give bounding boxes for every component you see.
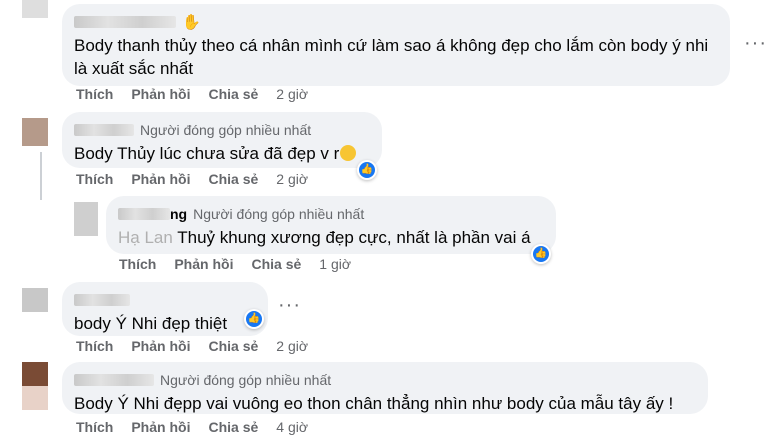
comment-actions: Thích Phản hồi Chia sẻ 1 giờ (119, 256, 369, 272)
comment-actions: Thích Phản hồi Chia sẻ 2 giờ (76, 338, 326, 354)
reply-action[interactable]: Phản hồi (131, 86, 190, 102)
tagged-name[interactable]: Hạ Lan (118, 228, 177, 247)
top-contributor-badge: Người đóng góp nhiều nhất (193, 206, 365, 222)
share-action[interactable]: Chia sẻ (208, 171, 258, 187)
reply-action[interactable]: Phản hồi (174, 256, 233, 272)
reply-action[interactable]: Phản hồi (131, 338, 190, 354)
crying-emoji-icon (340, 145, 357, 161)
like-action[interactable]: Thích (76, 338, 113, 354)
reaction-badge[interactable]: 👍 (244, 309, 264, 329)
like-action[interactable]: Thích (119, 256, 156, 272)
more-dots-icon[interactable]: ··· (744, 32, 767, 55)
reaction-badge[interactable]: 👍 (357, 160, 377, 180)
comment-text: Body thanh thủy theo cá nhân mình cứ làm… (74, 36, 709, 78)
avatar[interactable] (22, 362, 48, 410)
thumbs-up-icon: 👍 (246, 311, 262, 327)
reaction-badge[interactable]: 👍 (531, 244, 551, 264)
thumbs-up-icon: 👍 (533, 246, 549, 262)
share-action[interactable]: Chia sẻ (208, 338, 258, 354)
comment-text: Body Thủy lúc chưa sửa đã đẹp v r (74, 144, 340, 163)
commenter-name[interactable] (74, 294, 130, 306)
thumbs-up-icon: 👍 (359, 162, 375, 178)
comment-bubble: ng Người đóng góp nhiều nhất Hạ Lan Thuỷ… (106, 196, 556, 254)
avatar[interactable] (22, 0, 48, 18)
commenter-name-tail[interactable]: ng (170, 206, 187, 222)
comment-bubble: Người đóng góp nhiều nhất Body Ý Nhi đẹp… (62, 362, 708, 414)
comment-bubble: Người đóng góp nhiều nhất Body Thủy lúc … (62, 112, 382, 168)
comment-bubble: ✋ Body thanh thủy theo cá nhân mình cứ l… (62, 4, 730, 86)
comment-actions: Thích Phản hồi Chia sẻ 2 giờ (76, 86, 326, 102)
avatar[interactable] (22, 288, 48, 312)
comment-bubble: body Ý Nhi đẹp thiệt (62, 282, 268, 336)
commenter-name[interactable] (118, 208, 170, 220)
reply-action[interactable]: Phản hồi (131, 419, 190, 435)
avatar[interactable] (74, 202, 98, 236)
commenter-name[interactable] (74, 124, 134, 136)
comment-text: body Ý Nhi đẹp thiệt (74, 314, 228, 333)
like-action[interactable]: Thích (76, 86, 113, 102)
comment-timestamp[interactable]: 2 giờ (276, 86, 308, 102)
comment-timestamp[interactable]: 2 giờ (276, 171, 308, 187)
comment-timestamp[interactable]: 1 giờ (319, 256, 351, 272)
avatar[interactable] (22, 118, 48, 146)
comment-timestamp[interactable]: 4 giờ (276, 419, 308, 435)
comment-timestamp[interactable]: 2 giờ (276, 338, 308, 354)
thread-line (40, 152, 42, 200)
like-action[interactable]: Thích (76, 171, 113, 187)
comment-actions: Thích Phản hồi Chia sẻ 4 giờ (76, 419, 326, 435)
commenter-name[interactable] (74, 16, 176, 28)
comment-text: Thuỷ khung xương đẹp cực, nhất là phần v… (177, 228, 531, 247)
hand-icon: ✋ (182, 14, 201, 31)
top-contributor-badge: Người đóng góp nhiều nhất (140, 122, 312, 138)
more-dots-icon[interactable]: ··· (278, 294, 301, 317)
top-contributor-badge: Người đóng góp nhiều nhất (160, 372, 332, 388)
share-action[interactable]: Chia sẻ (251, 256, 301, 272)
reply-action[interactable]: Phản hồi (131, 171, 190, 187)
like-action[interactable]: Thích (76, 419, 113, 435)
commenter-name[interactable] (74, 374, 154, 386)
comment-text: Body Ý Nhi đẹpp vai vuông eo thon chân t… (74, 394, 674, 413)
comment-actions: Thích Phản hồi Chia sẻ 2 giờ (76, 171, 326, 187)
share-action[interactable]: Chia sẻ (208, 419, 258, 435)
share-action[interactable]: Chia sẻ (208, 86, 258, 102)
